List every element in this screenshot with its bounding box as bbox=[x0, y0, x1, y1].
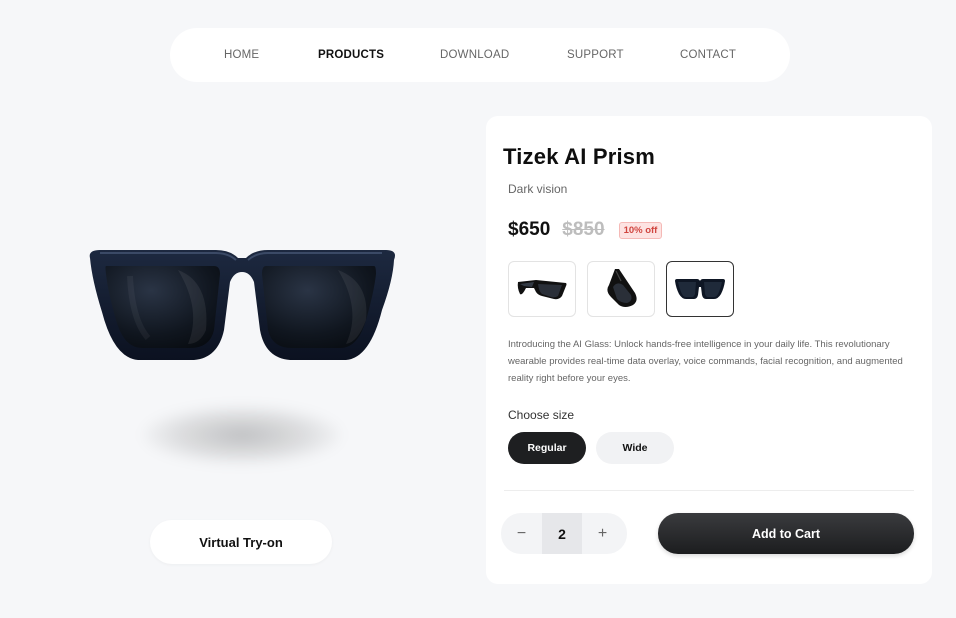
quantity-increase-button[interactable]: + bbox=[582, 513, 623, 554]
quantity-value[interactable]: 2 bbox=[542, 513, 582, 554]
thumbnail-side-view[interactable] bbox=[508, 261, 576, 317]
nav-item-products[interactable]: PRODUCTS bbox=[318, 28, 384, 82]
size-regular-button[interactable]: Regular bbox=[508, 432, 586, 464]
thumbnail-folded-view[interactable] bbox=[587, 261, 655, 317]
price-row: $650 $850 10% off bbox=[508, 219, 663, 241]
sunglasses-icon bbox=[89, 250, 395, 360]
product-hero bbox=[60, 220, 420, 480]
quantity-decrease-button[interactable]: − bbox=[501, 513, 542, 554]
product-description: Introducing the AI Glass: Unlock hands-f… bbox=[508, 339, 903, 384]
thumbnail-gallery bbox=[508, 261, 734, 317]
size-label: Choose size bbox=[508, 408, 575, 422]
virtual-tryon-button[interactable]: Virtual Try-on bbox=[150, 520, 332, 564]
nav-item-home[interactable]: HOME bbox=[224, 28, 259, 82]
size-wide-button[interactable]: Wide bbox=[596, 432, 674, 464]
sunglasses-front-icon bbox=[675, 279, 725, 299]
divider bbox=[504, 490, 914, 491]
sunglasses-folded-icon bbox=[607, 269, 637, 307]
nav-item-contact[interactable]: CONTACT bbox=[680, 28, 736, 82]
product-subtitle: Dark vision bbox=[508, 182, 568, 196]
current-price: $650 bbox=[508, 219, 551, 240]
add-to-cart-button[interactable]: Add to Cart bbox=[658, 513, 914, 554]
product-card: Tizek AI Prism Dark vision $650 $850 10%… bbox=[486, 116, 932, 584]
product-title: Tizek AI Prism bbox=[503, 144, 655, 169]
thumbnail-front-view[interactable] bbox=[666, 261, 734, 317]
product-page: HOME PRODUCTS DOWNLOAD SUPPORT CONTACT V… bbox=[0, 0, 956, 618]
nav-item-support[interactable]: SUPPORT bbox=[567, 28, 624, 82]
original-price: $850 bbox=[562, 219, 605, 240]
discount-badge: 10% off bbox=[618, 221, 663, 239]
sunglasses-side-icon bbox=[517, 280, 567, 300]
top-nav: HOME PRODUCTS DOWNLOAD SUPPORT CONTACT bbox=[170, 28, 790, 82]
size-options: Regular Wide bbox=[508, 432, 674, 464]
product-shadow bbox=[142, 405, 342, 465]
nav-item-download[interactable]: DOWNLOAD bbox=[440, 28, 509, 82]
quantity-stepper: − 2 + bbox=[501, 513, 627, 554]
